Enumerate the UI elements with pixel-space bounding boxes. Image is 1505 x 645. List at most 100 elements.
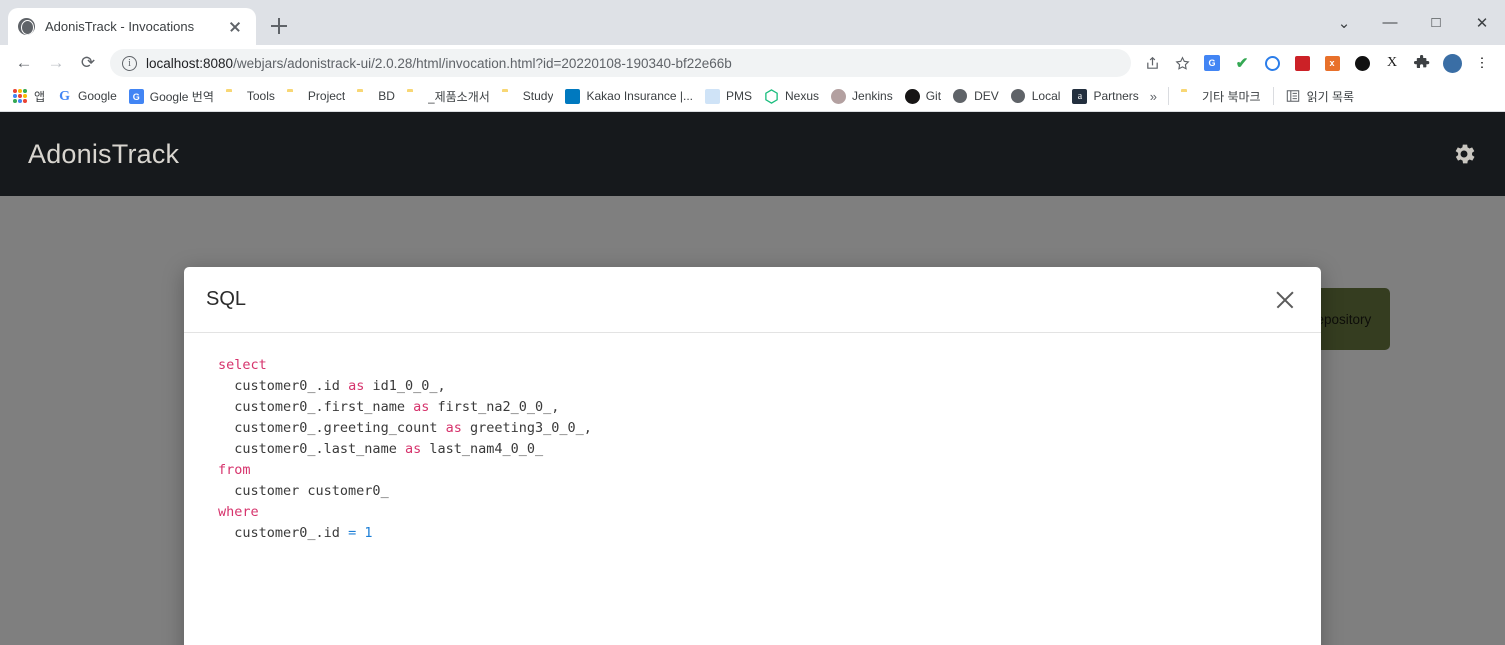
close-icon[interactable] bbox=[1271, 286, 1299, 314]
invocation-canvas: Repository SELECT ~ FROM customer custom… bbox=[0, 196, 1505, 645]
jenkins-icon bbox=[831, 88, 847, 104]
browser-tab[interactable]: AdonisTrack - Invocations bbox=[8, 8, 256, 45]
bookmark-nexus[interactable]: Nexus bbox=[758, 85, 825, 107]
github-icon bbox=[904, 88, 921, 104]
folder-icon bbox=[502, 88, 518, 104]
close-icon[interactable] bbox=[224, 16, 246, 38]
app-header: AdonisTrack bbox=[0, 112, 1505, 196]
tab-title: AdonisTrack - Invocations bbox=[45, 19, 195, 34]
globe-icon bbox=[18, 18, 35, 35]
reading-list-label: 읽기 목록 bbox=[1306, 89, 1355, 104]
close-window-button[interactable]: ✕ bbox=[1459, 0, 1505, 45]
reading-list-icon bbox=[1286, 88, 1302, 104]
site-info-icon[interactable]: i bbox=[122, 55, 137, 71]
bookmarks-overflow-button[interactable]: » bbox=[1145, 89, 1162, 104]
gear-icon[interactable] bbox=[1451, 141, 1477, 167]
back-icon[interactable]: ← bbox=[8, 47, 40, 79]
sql-dialog: SQL select customer0_.id as id1_0_0_, cu… bbox=[184, 267, 1321, 645]
folder-icon bbox=[226, 88, 242, 104]
bookmark-label: _제품소개서 bbox=[427, 89, 490, 104]
trello-icon bbox=[565, 88, 581, 104]
divider bbox=[1168, 87, 1170, 105]
address-bar[interactable]: i localhost:8080/webjars/adonistrack-ui/… bbox=[110, 49, 1131, 77]
extensions-puzzle-icon[interactable] bbox=[1408, 49, 1436, 77]
bookmark-bd[interactable]: BD bbox=[351, 85, 401, 107]
bookmark-tools[interactable]: Tools bbox=[220, 85, 281, 107]
bookmark-pms[interactable]: PMS bbox=[699, 85, 758, 107]
bookmark-apps[interactable]: 앱 bbox=[7, 85, 51, 108]
bookmark-label: PMS bbox=[726, 89, 753, 103]
dialog-title: SQL bbox=[206, 288, 247, 310]
avatar[interactable] bbox=[1438, 49, 1466, 77]
divider bbox=[1272, 87, 1274, 105]
url-text: localhost:8080/webjars/adonistrack-ui/2.… bbox=[146, 56, 732, 71]
bookmark-partners[interactable]: a Partners bbox=[1066, 85, 1144, 107]
chart-icon bbox=[705, 88, 721, 104]
bookmark-label: Git bbox=[925, 89, 942, 103]
black-circle-extension-icon[interactable] bbox=[1348, 49, 1376, 77]
bookmark-local[interactable]: Local bbox=[1005, 85, 1067, 107]
blue-circle-extension-icon[interactable] bbox=[1258, 49, 1286, 77]
bookmark-label: Partners bbox=[1093, 89, 1139, 103]
bookmark-label: Project bbox=[307, 89, 346, 103]
folder-icon bbox=[1181, 88, 1197, 104]
bookmark-google[interactable]: G Google bbox=[51, 85, 123, 107]
url-host: localhost:8080 bbox=[146, 55, 234, 71]
folder-icon bbox=[357, 88, 373, 104]
google-icon: G bbox=[59, 89, 70, 104]
bookmarks-bar: 앱 G Google G Google 번역 Tools Project BD bbox=[0, 81, 1505, 112]
window-controls: ⌄ — □ ✕ bbox=[1321, 0, 1505, 45]
bookmark-kakao-insurance[interactable]: Kakao Insurance |... bbox=[559, 85, 699, 107]
bookmark-label: 앱 bbox=[34, 89, 46, 104]
tab-strip: AdonisTrack - Invocations ⌄ — □ ✕ bbox=[0, 0, 1505, 45]
amazon-icon: a bbox=[1072, 88, 1088, 104]
bookmark-label: Tools bbox=[246, 89, 275, 103]
bookmark-label: DEV bbox=[974, 89, 999, 103]
bookmark-label: Google bbox=[78, 89, 117, 103]
excel-export-icon[interactable]: x bbox=[1318, 49, 1346, 77]
chrome-menu-icon[interactable]: ⋮ bbox=[1468, 49, 1496, 77]
share-icon[interactable] bbox=[1138, 49, 1166, 77]
google-translate-icon[interactable]: G bbox=[1198, 49, 1226, 77]
page-title: AdonisTrack bbox=[28, 138, 180, 169]
nexus-icon bbox=[764, 88, 780, 104]
bookmark-dev[interactable]: DEV bbox=[947, 85, 1005, 107]
bookmark-google-translate[interactable]: G Google 번역 bbox=[123, 85, 220, 108]
globe-icon bbox=[953, 88, 969, 104]
folder-icon bbox=[287, 88, 303, 104]
bookmark-label: Jenkins bbox=[852, 89, 893, 103]
tab-search-button[interactable]: ⌄ bbox=[1321, 0, 1367, 45]
google-translate-icon: G bbox=[128, 88, 145, 104]
navigation-bar: ← → ⟳ i localhost:8080/webjars/adonistra… bbox=[0, 45, 1505, 81]
bookmark-label: BD bbox=[378, 89, 395, 103]
forward-icon[interactable]: → bbox=[40, 47, 72, 79]
bookmark-git[interactable]: Git bbox=[899, 85, 947, 107]
bookmark-label: Kakao Insurance |... bbox=[586, 89, 693, 103]
url-path: /webjars/adonistrack-ui/2.0.28/html/invo… bbox=[233, 55, 732, 71]
green-check-icon[interactable]: ✔ bbox=[1228, 49, 1256, 77]
page-content: AdonisTrack Repository SELECT ~ FROM cus… bbox=[0, 112, 1505, 645]
bookmark-label: Google 번역 bbox=[149, 89, 214, 104]
adobe-pdf-icon[interactable] bbox=[1288, 49, 1316, 77]
x-extension-icon[interactable]: X bbox=[1378, 49, 1406, 77]
reading-list-button[interactable]: 읽기 목록 bbox=[1280, 85, 1361, 108]
bookmark-study[interactable]: Study bbox=[496, 85, 560, 107]
minimize-button[interactable]: — bbox=[1367, 0, 1413, 45]
dialog-header: SQL bbox=[184, 267, 1321, 333]
sql-code-block[interactable]: select customer0_.id as id1_0_0_, custom… bbox=[206, 355, 1299, 544]
other-bookmarks-button[interactable]: 기타 북마크 bbox=[1175, 85, 1267, 108]
new-tab-button[interactable] bbox=[262, 9, 296, 43]
folder-icon bbox=[407, 88, 423, 104]
reload-icon[interactable]: ⟳ bbox=[72, 47, 104, 79]
maximize-button[interactable]: □ bbox=[1413, 0, 1459, 45]
bookmark-jenkins[interactable]: Jenkins bbox=[825, 85, 899, 107]
bookmark-star-icon[interactable] bbox=[1168, 49, 1196, 77]
bookmark-label: Local bbox=[1031, 89, 1061, 103]
browser-window: AdonisTrack - Invocations ⌄ — □ ✕ ← → ⟳ … bbox=[0, 0, 1505, 645]
bookmark-product-intro[interactable]: _제품소개서 bbox=[401, 85, 496, 108]
toolbar-icons: G ✔ x X ⋮ bbox=[1137, 49, 1497, 77]
bookmark-label: Study bbox=[522, 89, 554, 103]
bookmark-project[interactable]: Project bbox=[281, 85, 351, 107]
apps-grid-icon bbox=[13, 88, 29, 104]
bookmark-label: Nexus bbox=[785, 89, 820, 103]
